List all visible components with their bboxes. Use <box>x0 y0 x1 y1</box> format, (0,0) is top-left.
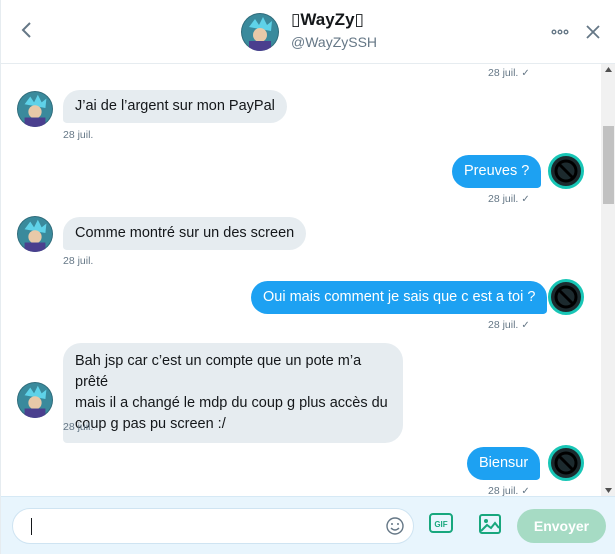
self-avatar[interactable] <box>548 279 584 315</box>
no-sign-icon <box>554 285 578 309</box>
avatar-image <box>17 216 53 252</box>
contact-name[interactable]: ▯WayZy▯ <box>291 10 364 30</box>
message-timestamp: 28 juil. ✓ <box>488 193 530 205</box>
no-sign-icon <box>554 159 578 183</box>
contact-avatar[interactable] <box>17 216 53 252</box>
dm-window: ▯WayZy▯ @WayZySSH 28 juil. ✓ J’ai de l’a… <box>0 0 615 554</box>
text-caret <box>31 518 32 535</box>
chevron-left-icon <box>21 22 31 38</box>
message-bubble-outgoing[interactable]: Oui mais comment je sais que c est a toi… <box>251 281 548 314</box>
message-list: 28 juil. ✓ J’ai de l’argent sur mon PayPa… <box>1 64 601 496</box>
emoji-icon <box>386 517 404 535</box>
more-dots-icon <box>551 29 569 35</box>
self-avatar[interactable] <box>548 153 584 189</box>
avatar-image <box>17 91 53 127</box>
scrollbar-thumb[interactable] <box>603 126 614 204</box>
media-button[interactable] <box>479 514 501 536</box>
read-check-icon: ✓ <box>521 486 530 496</box>
send-button[interactable]: Envoyer <box>517 509 606 543</box>
back-button[interactable] <box>15 19 37 41</box>
header-avatar[interactable] <box>241 13 279 51</box>
message-input[interactable] <box>12 508 414 544</box>
message-bubble-incoming[interactable]: J’ai de l’argent sur mon PayPal <box>63 90 287 123</box>
more-button[interactable] <box>550 22 570 42</box>
emoji-button[interactable] <box>385 516 405 536</box>
gif-icon: GIF <box>429 513 453 533</box>
conversation-header: ▯WayZy▯ @WayZySSH <box>1 0 615 64</box>
read-check-icon: ✓ <box>521 194 530 205</box>
scrollbar[interactable] <box>601 64 615 496</box>
read-check-icon: ✓ <box>521 68 530 79</box>
contact-avatar[interactable] <box>17 382 53 418</box>
image-icon <box>479 514 501 534</box>
composer: GIF Envoyer <box>1 496 615 554</box>
self-avatar[interactable] <box>548 445 584 481</box>
message-bubble-incoming[interactable]: Bah jsp car c’est un compte que un pote … <box>63 343 403 443</box>
message-timestamp: 28 juil. ✓ <box>488 67 530 79</box>
message-bubble-outgoing[interactable]: Preuves ? <box>452 155 542 188</box>
no-sign-icon <box>554 451 578 475</box>
message-timestamp: 28 juil. <box>63 129 94 141</box>
read-check-icon: ✓ <box>521 320 530 331</box>
message-timestamp: 28 juil. <box>63 255 94 267</box>
scroll-down-arrow-icon[interactable] <box>605 488 612 493</box>
contact-handle[interactable]: @WayZySSH <box>291 34 377 50</box>
contact-avatar[interactable] <box>17 91 53 127</box>
message-bubble-outgoing[interactable]: Biensur <box>467 447 541 480</box>
message-timestamp: 28 juil. <box>63 421 94 433</box>
close-icon <box>586 25 600 39</box>
avatar-image <box>241 13 279 51</box>
message-bubble-incoming[interactable]: Comme montré sur un des screen <box>63 217 307 250</box>
close-button[interactable] <box>583 22 603 42</box>
gif-button[interactable]: GIF <box>429 513 453 535</box>
scroll-up-arrow-icon[interactable] <box>605 67 612 72</box>
message-timestamp: 28 juil. ✓ <box>488 485 530 496</box>
avatar-image <box>17 382 53 418</box>
message-timestamp: 28 juil. ✓ <box>488 319 530 331</box>
svg-text:GIF: GIF <box>434 520 447 529</box>
